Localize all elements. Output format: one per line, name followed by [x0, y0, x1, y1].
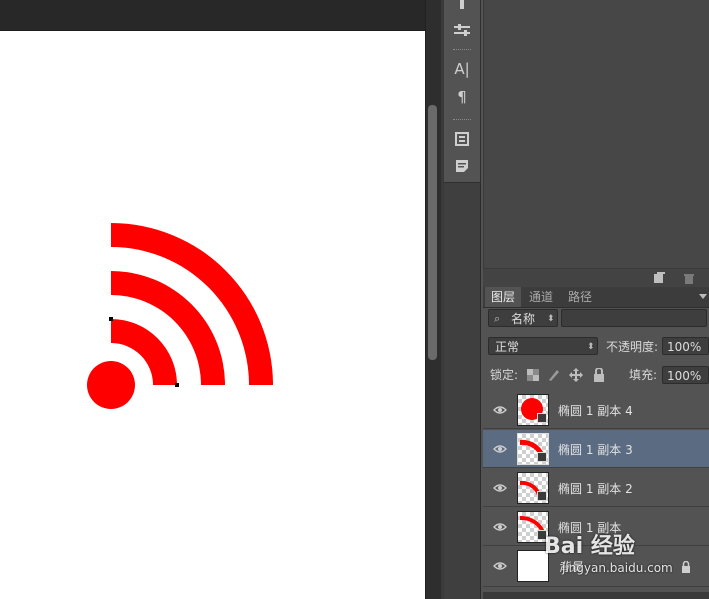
scrollbar-thumb[interactable]	[428, 105, 437, 360]
fill-label: 填充:	[629, 368, 658, 382]
watermark-url: jingyan.baidu.com	[562, 561, 673, 575]
lock-icon	[682, 561, 690, 573]
document-tab-bar	[0, 0, 425, 31]
styles-icon[interactable]	[444, 127, 480, 151]
panel-footer	[483, 592, 709, 599]
filter-kind-label: 名称	[511, 312, 536, 326]
eye-icon[interactable]	[493, 559, 507, 573]
lock-all-icon[interactable]	[593, 368, 605, 382]
brush-preset-icon[interactable]	[444, 0, 480, 18]
eye-icon[interactable]	[493, 481, 507, 495]
anchor-point	[175, 383, 179, 387]
search-icon: ⌕	[494, 312, 501, 325]
chevron-updown-icon: ⬍	[587, 342, 595, 352]
shape-layer-badge	[537, 452, 547, 462]
fill-input[interactable]: 100%	[662, 366, 709, 384]
upper-panel-area	[483, 0, 709, 268]
lock-label: 锁定:	[490, 368, 519, 382]
character-icon[interactable]: A|	[444, 57, 480, 81]
tab-channels[interactable]: 通道	[523, 287, 559, 307]
eye-icon[interactable]	[493, 520, 507, 534]
layer-row-selected[interactable]: 椭圆 1 副本 3	[483, 430, 709, 468]
document-canvas[interactable]	[0, 31, 425, 599]
panel-icon-strip: A| ¶	[444, 0, 481, 183]
eye-icon[interactable]	[493, 403, 507, 417]
blend-mode-value: 正常	[495, 340, 520, 354]
upper-panel-footer	[483, 268, 709, 287]
panel-group-grip[interactable]	[453, 49, 471, 50]
opacity-input[interactable]: 100%	[662, 337, 709, 355]
adjustment-icon[interactable]	[444, 18, 480, 42]
chevron-updown-icon: ⬍	[547, 314, 555, 324]
lock-image-pixels-icon[interactable]	[547, 368, 561, 382]
eye-icon[interactable]	[493, 442, 507, 456]
panel-group-grip[interactable]	[453, 119, 471, 120]
filter-kind-dropdown[interactable]: ⌕ 名称 ⬍	[488, 309, 558, 327]
layers-tab-bar: 图层 通道 路径	[483, 287, 709, 308]
lock-transparent-pixels-icon[interactable]	[527, 369, 539, 381]
tab-layers[interactable]: 图层	[485, 287, 522, 307]
panel-menu-icon[interactable]	[699, 294, 707, 300]
watermark-logo: Bai 经验	[544, 534, 635, 559]
wifi-arc-outer	[111, 223, 273, 385]
wifi-artwork	[87, 223, 273, 409]
filter-search-input[interactable]	[561, 309, 707, 327]
wifi-dot	[87, 361, 135, 409]
blend-mode-dropdown[interactable]: 正常 ⬍	[488, 337, 598, 355]
layer-name[interactable]: 椭圆 1 副本 3	[558, 441, 633, 458]
anchor-point	[109, 317, 113, 321]
shape-layer-badge	[537, 491, 547, 501]
tab-paths[interactable]: 路径	[562, 287, 598, 307]
notes-icon[interactable]	[444, 154, 480, 178]
shape-layer-badge	[537, 413, 547, 423]
opacity-label: 不透明度:	[606, 340, 659, 354]
lock-position-icon[interactable]	[569, 368, 583, 382]
layer-row[interactable]: 椭圆 1 副本 2	[483, 469, 709, 507]
paragraph-icon[interactable]: ¶	[444, 85, 480, 109]
layer-name[interactable]: 椭圆 1 副本 4	[558, 402, 633, 419]
layer-row[interactable]: 椭圆 1 副本 4	[483, 391, 709, 429]
layer-name[interactable]: 椭圆 1 副本 2	[558, 480, 633, 497]
new-item-icon[interactable]	[653, 272, 665, 284]
trash-icon[interactable]	[683, 272, 695, 284]
